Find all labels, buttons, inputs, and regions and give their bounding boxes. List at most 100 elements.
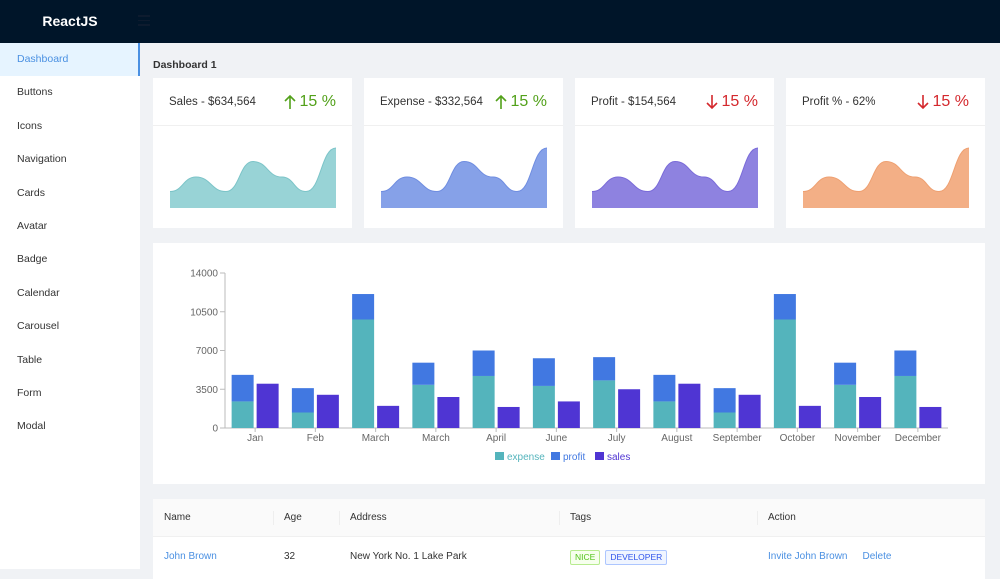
sidebar-item-carousel[interactable]: Carousel	[0, 310, 140, 343]
bar-sales[interactable]	[377, 405, 400, 428]
tag-nice: NICE	[570, 549, 601, 565]
bar-expense[interactable]	[834, 384, 857, 428]
legend-swatch-profit	[551, 452, 560, 460]
stat-label: Sales - $634,564	[169, 95, 256, 108]
bar-sales[interactable]	[618, 389, 641, 428]
column-header-tags[interactable]: Tags	[559, 499, 757, 536]
bar-sales[interactable]	[859, 397, 882, 428]
bar-expense[interactable]	[352, 319, 375, 429]
x-tick-label: November	[835, 433, 882, 444]
stat-card: Profit % - 62% 15 %	[786, 78, 985, 228]
stat-label: Profit % - 62%	[802, 95, 876, 108]
legend-swatch-expense	[495, 452, 504, 460]
x-tick-label: Feb	[307, 433, 325, 444]
bar-profit[interactable]	[713, 388, 736, 413]
legend-label-expense[interactable]: expense	[507, 452, 545, 463]
bar-profit[interactable]	[773, 294, 796, 320]
bar-expense[interactable]	[472, 375, 495, 428]
x-tick-label: December	[895, 433, 942, 444]
bar-sales[interactable]	[256, 383, 279, 428]
sidebar-item-dashboard[interactable]: Dashboard	[0, 43, 140, 77]
app-logo[interactable]: ReactJS	[0, 0, 140, 43]
sidebar-item-calendar[interactable]: Calendar	[0, 277, 140, 310]
bar-profit[interactable]	[412, 362, 435, 385]
bar-profit[interactable]	[291, 388, 314, 413]
legend-label-sales[interactable]: sales	[607, 452, 630, 463]
bar-sales[interactable]	[557, 401, 580, 428]
bar-expense[interactable]	[532, 385, 555, 428]
stat-card-header: Profit - $154,564 15 %	[575, 78, 774, 126]
bar-expense[interactable]	[713, 412, 736, 429]
sparkline-area	[170, 148, 336, 208]
sidebar-item-modal[interactable]: Modal	[0, 410, 140, 443]
bar-profit[interactable]	[472, 350, 495, 376]
bar-profit[interactable]	[834, 362, 857, 385]
stat-card: Sales - $634,564 15 %	[153, 78, 352, 228]
bar-sales[interactable]	[919, 406, 942, 428]
sidebar-item-form[interactable]: Form	[0, 377, 140, 410]
bar-sales[interactable]	[437, 397, 460, 428]
column-header-address[interactable]: Address	[339, 499, 559, 536]
arrow-up-icon	[494, 94, 507, 109]
bar-expense[interactable]	[593, 380, 616, 428]
bar-profit[interactable]	[532, 358, 555, 386]
bar-sales[interactable]	[678, 383, 701, 428]
sparkline-chart	[592, 147, 758, 208]
bar-expense[interactable]	[773, 319, 796, 429]
stat-label: Profit - $154,564	[591, 95, 677, 108]
stat-change-value: 15 %	[932, 92, 969, 110]
x-tick-label: August	[661, 433, 692, 444]
stat-change: 15 %	[705, 93, 758, 111]
sidebar-item-table[interactable]: Table	[0, 344, 140, 377]
y-tick-label: 0	[212, 424, 218, 435]
page-title: Dashboard 1	[153, 59, 217, 71]
sidebar-item-navigation[interactable]: Navigation	[0, 143, 140, 176]
legend-swatch-sales	[595, 452, 604, 460]
stat-change: 15 %	[916, 93, 969, 111]
stat-change: 15 %	[283, 93, 336, 111]
y-tick-label: 3500	[196, 385, 219, 396]
y-tick-label: 10500	[190, 307, 218, 318]
bar-expense[interactable]	[894, 375, 917, 428]
sidebar-item-cards[interactable]: Cards	[0, 177, 140, 210]
invite-link[interactable]: Invite John Brown	[768, 537, 848, 577]
x-tick-label: April	[486, 433, 506, 444]
bar-expense[interactable]	[231, 401, 254, 428]
sidebar-item-badge[interactable]: Badge	[0, 243, 140, 276]
sparkline-chart	[381, 147, 547, 208]
bar-expense[interactable]	[653, 401, 676, 428]
stat-change: 15 %	[494, 93, 547, 111]
sidebar-item-avatar[interactable]: Avatar	[0, 210, 140, 243]
bar-profit[interactable]	[593, 357, 616, 381]
sidebar-item-icons[interactable]: Icons	[0, 110, 140, 143]
sparkline-area	[381, 148, 547, 208]
column-header-age[interactable]: Age	[273, 499, 339, 536]
x-tick-label: March	[362, 433, 390, 444]
bar-sales[interactable]	[497, 406, 520, 428]
bar-sales[interactable]	[316, 394, 339, 428]
main-content: Dashboard 1 Sales - $634,564 15 % Expense …	[140, 43, 1000, 579]
sidebar: Dashboard Buttons Icons Navigation Cards Avat…	[0, 43, 140, 569]
x-tick-label: July	[608, 433, 626, 444]
bar-profit[interactable]	[653, 374, 676, 402]
column-header-name[interactable]: Name	[153, 499, 273, 536]
stat-card-header: Profit % - 62% 15 %	[786, 78, 985, 126]
bar-profit[interactable]	[231, 374, 254, 402]
bar-profit[interactable]	[894, 350, 917, 376]
row-name-link[interactable]: John Brown	[164, 537, 217, 577]
table-header: Name Age Address Tags Action	[153, 499, 985, 537]
delete-link[interactable]: Delete	[863, 537, 892, 577]
row-address: New York No. 1 Lake Park	[350, 551, 467, 562]
users-table: Name Age Address Tags Action John Brown …	[153, 499, 985, 579]
bar-sales[interactable]	[738, 394, 761, 428]
bar-expense[interactable]	[291, 412, 314, 429]
sparkline-chart	[803, 147, 969, 208]
menu-fold-icon[interactable]	[138, 15, 150, 27]
bar-expense[interactable]	[412, 384, 435, 428]
legend-label-profit[interactable]: profit	[563, 452, 585, 463]
bar-profit[interactable]	[352, 294, 375, 320]
x-tick-label: September	[713, 433, 763, 444]
sidebar-item-buttons[interactable]: Buttons	[0, 76, 140, 109]
bar-sales[interactable]	[798, 405, 821, 428]
stat-change-value: 15 %	[510, 92, 547, 110]
